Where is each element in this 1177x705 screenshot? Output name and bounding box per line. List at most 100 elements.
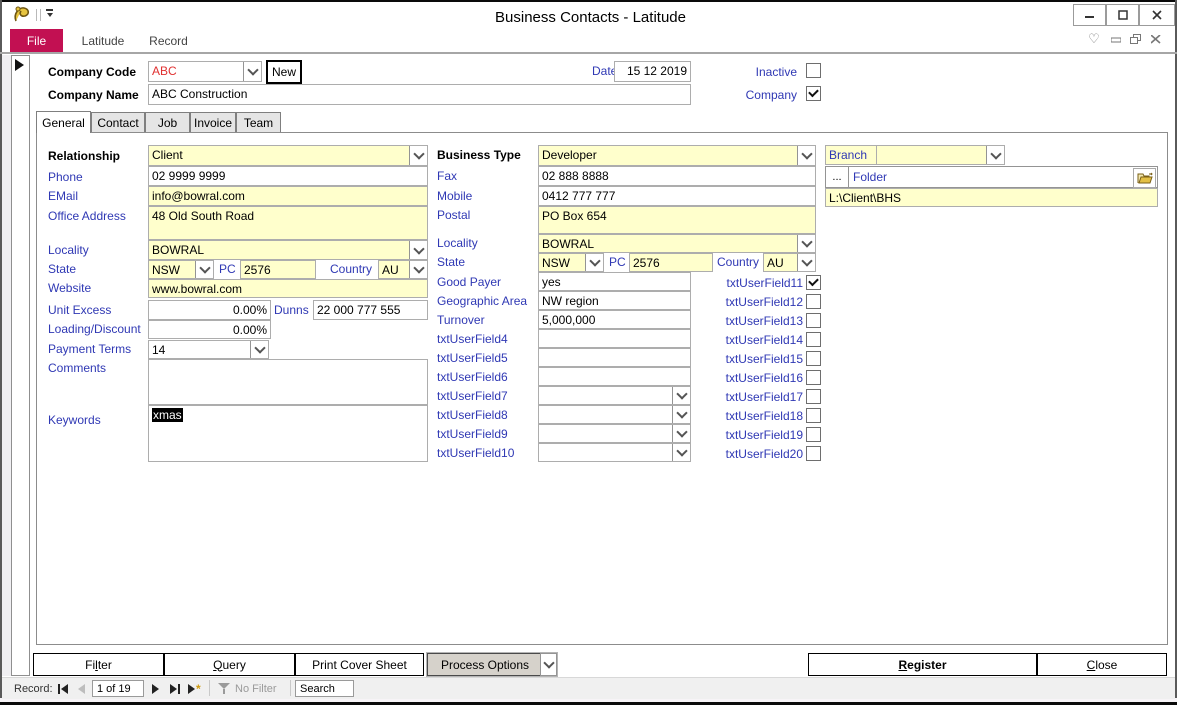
dunns-field[interactable]: 22 000 777 555 [313, 300, 428, 320]
new-button[interactable]: New [266, 60, 302, 84]
browse-button[interactable]: ... [826, 167, 849, 187]
ribbon-tab-latitude[interactable]: Latitude [73, 29, 133, 52]
tab-invoice[interactable]: Invoice [190, 112, 236, 133]
userfield16-checkbox[interactable] [806, 370, 821, 385]
minimize-button[interactable] [1073, 4, 1106, 26]
userfield20-checkbox[interactable] [806, 446, 821, 461]
chevron-down-icon[interactable] [797, 234, 816, 253]
keywords-field[interactable]: xmas [148, 405, 428, 462]
state-combo[interactable]: NSW [538, 253, 604, 272]
business-type-combo[interactable]: Developer [538, 145, 816, 166]
chevron-down-icon[interactable] [672, 405, 691, 424]
chevron-down-icon[interactable] [797, 253, 816, 272]
chevron-down-icon[interactable] [409, 260, 428, 279]
mdi-restore-icon[interactable] [1128, 31, 1144, 47]
userfield10-combo[interactable] [538, 443, 691, 462]
website-field[interactable]: www.bowral.com [148, 279, 428, 298]
query-button[interactable]: Query [164, 653, 295, 676]
record-selector-bar[interactable] [11, 55, 30, 676]
postal-field[interactable]: PO Box 654 [538, 206, 816, 234]
chevron-down-icon[interactable] [409, 145, 428, 166]
chevron-down-icon[interactable] [672, 386, 691, 405]
userfield10-label: txtUserField10 [437, 446, 514, 460]
previous-record-button[interactable] [78, 682, 85, 696]
company-code-combo[interactable]: ABC [148, 61, 262, 82]
record-position-box[interactable]: 1 of 19 [92, 680, 144, 697]
close-form-button[interactable]: Close [1037, 653, 1167, 676]
userfield13-checkbox[interactable] [806, 313, 821, 328]
loading-discount-field[interactable]: 0.00% [148, 320, 271, 339]
userfield19-checkbox[interactable] [806, 427, 821, 442]
chevron-down-icon[interactable] [585, 253, 604, 272]
folder-path-field[interactable]: L:\Client\BHS [825, 188, 1158, 207]
userfield5-field[interactable] [538, 348, 691, 367]
company-checkbox[interactable] [806, 86, 821, 101]
filter-button[interactable]: Filter [33, 653, 164, 676]
last-record-button[interactable] [170, 682, 180, 696]
ribbon-tab-file[interactable]: File [10, 29, 63, 52]
company-name-field[interactable]: ABC Construction [148, 84, 691, 105]
state-combo[interactable]: NSW [148, 260, 214, 279]
postcode-field[interactable]: 2576 [240, 260, 316, 279]
locality-combo[interactable]: BOWRAL [538, 234, 816, 253]
userfield6-field[interactable] [538, 367, 691, 386]
mdi-minimize-icon[interactable] [1108, 31, 1124, 47]
good-payer-field[interactable]: yes [538, 272, 691, 291]
branch-combo[interactable] [876, 145, 1005, 165]
tab-job[interactable]: Job [145, 112, 190, 133]
chevron-down-icon[interactable] [672, 443, 691, 462]
country-combo[interactable]: AU [763, 253, 816, 272]
close-button[interactable] [1139, 4, 1175, 26]
register-button[interactable]: Register [808, 653, 1037, 676]
userfield14-checkbox[interactable] [806, 332, 821, 347]
userfield9-combo[interactable] [538, 424, 691, 443]
chevron-down-icon[interactable] [243, 61, 262, 82]
userfield18-checkbox[interactable] [806, 408, 821, 423]
chevron-down-icon[interactable] [250, 340, 269, 359]
userfield17-checkbox[interactable] [806, 389, 821, 404]
tab-contact[interactable]: Contact [91, 112, 145, 133]
mobile-field[interactable]: 0412 777 777 [538, 186, 816, 206]
geographic-area-field[interactable]: NW region [538, 291, 691, 310]
email-field[interactable]: info@bowral.com [148, 186, 428, 206]
userfield11-checkbox[interactable] [806, 275, 821, 290]
process-options-combo[interactable]: Process Options [427, 653, 557, 676]
chevron-down-icon[interactable] [195, 260, 214, 279]
next-record-button[interactable] [152, 682, 159, 696]
inactive-checkbox[interactable] [806, 63, 821, 78]
tab-team[interactable]: Team [236, 112, 281, 133]
office-address-field[interactable]: 48 Old South Road [148, 206, 428, 240]
userfield4-field[interactable] [538, 329, 691, 348]
chevron-down-icon[interactable] [986, 145, 1005, 165]
print-cover-sheet-button[interactable]: Print Cover Sheet [295, 653, 424, 676]
tab-general[interactable]: General [36, 111, 91, 133]
fax-field[interactable]: 02 888 8888 [538, 166, 816, 186]
country-combo[interactable]: AU [378, 260, 428, 279]
heart-icon[interactable]: ♡ [1086, 31, 1102, 47]
first-record-button[interactable] [58, 682, 68, 696]
unit-excess-field[interactable]: 0.00% [148, 300, 271, 320]
maximize-button[interactable] [1106, 4, 1139, 26]
postcode-field[interactable]: 2576 [629, 253, 713, 272]
userfield15-checkbox[interactable] [806, 351, 821, 366]
userfield8-combo[interactable] [538, 405, 691, 424]
chevron-down-icon[interactable] [409, 240, 428, 260]
chevron-down-icon[interactable] [540, 653, 557, 676]
search-input[interactable]: Search [295, 680, 354, 697]
chevron-down-icon[interactable] [672, 424, 691, 443]
comments-field[interactable] [148, 359, 428, 405]
new-record-button[interactable]: * [188, 682, 201, 696]
locality-combo[interactable]: BOWRAL [148, 240, 428, 260]
userfield12-checkbox[interactable] [806, 294, 821, 309]
mdi-close-icon[interactable] [1148, 31, 1164, 47]
date-field[interactable]: 15 12 2019 [614, 61, 691, 82]
no-filter-label[interactable]: No Filter [235, 683, 277, 695]
chevron-down-icon[interactable] [797, 145, 816, 166]
turnover-field[interactable]: 5,000,000 [538, 310, 691, 329]
userfield7-combo[interactable] [538, 386, 691, 405]
payment-terms-combo[interactable]: 14 [148, 340, 269, 359]
folder-open-button[interactable] [1133, 168, 1156, 188]
ribbon-tab-record[interactable]: Record [141, 29, 196, 52]
relationship-combo[interactable]: Client [148, 145, 428, 166]
phone-field[interactable]: 02 9999 9999 [148, 166, 428, 186]
